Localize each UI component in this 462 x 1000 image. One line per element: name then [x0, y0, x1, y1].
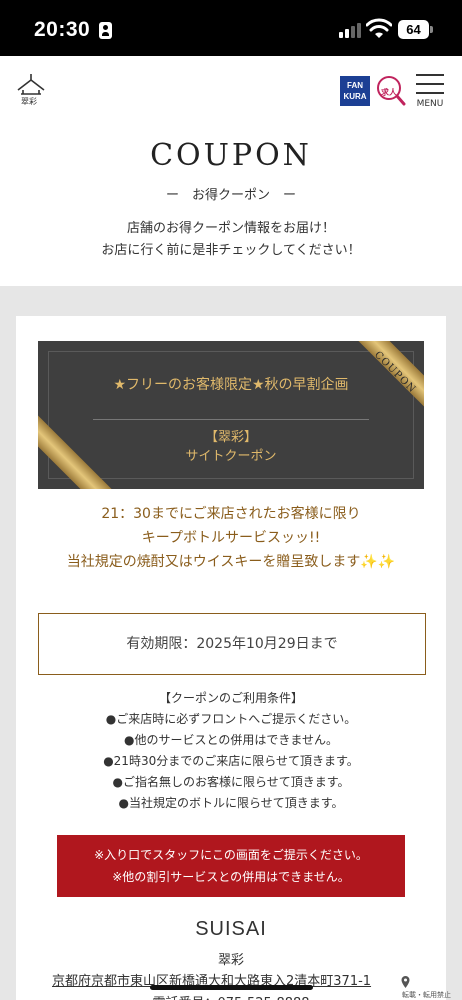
menu-button[interactable]: MENU	[414, 74, 446, 110]
page-title: COUPON	[150, 138, 312, 173]
expiry-box: 有効期限：2025年10月29日まで	[38, 613, 426, 675]
person-icon	[99, 22, 112, 39]
signal-icon	[339, 22, 361, 38]
copyright-notice: 転載・転用禁止	[402, 991, 451, 999]
shop-name: SUISAI	[195, 918, 267, 940]
condition-item: ●ご指名無しのお客様に限らせて頂きます。	[112, 775, 350, 789]
coupon-title: ★フリーのお客様限定★秋の早割企画	[113, 377, 349, 393]
conditions-list: 【クーポンのご利用条件】 ●ご来店時に必ずフロントへご提示ください。 ●他のサー…	[16, 688, 446, 814]
condition-item: ●他のサービスとの併用はできません。	[124, 733, 338, 747]
condition-item: ●当社規定のボトルに限らせて頂きます。	[118, 796, 344, 810]
home-indicator[interactable]	[150, 985, 313, 990]
page-subtitle: ー お得クーポン ー	[165, 188, 296, 203]
status-bar: 20:30 64	[0, 0, 462, 56]
coupon-shop-tag: 【翠彩】	[204, 430, 257, 445]
staff-notice: ※入り口でスタッフにこの画面をご提示ください。 ※他の割引サービスとの併用はでき…	[57, 835, 405, 897]
shop-name-jp: 翠彩	[217, 953, 244, 968]
condition-item: ●ご来店時に必ずフロントへご提示ください。	[105, 712, 357, 726]
fankura-button[interactable]: FAN KURA	[340, 76, 370, 106]
logo-text: 翠彩	[21, 97, 37, 106]
shop-phone[interactable]: 電話番号：075-525-8888	[16, 992, 446, 1000]
wifi-icon	[366, 18, 392, 38]
menu-label: MENU	[416, 99, 444, 109]
coupon-card: COUPON ★フリーのお客様限定★秋の早割企画 【翠彩】 サイトクーポン 21…	[16, 316, 446, 1000]
ticket-divider	[93, 419, 369, 420]
coupon-type: サイトクーポン	[185, 449, 277, 464]
map-pin-icon[interactable]	[401, 976, 410, 988]
battery-nub	[430, 26, 433, 33]
intro-desc-line2: お店に行く前に是非チェックしてください！	[101, 243, 361, 258]
coupon-description: 21：30までにご来店されたお客様に限り キープボトルサービスッッ!! 当社規定…	[16, 502, 446, 574]
coupon-ticket: COUPON ★フリーのお客様限定★秋の早割企画 【翠彩】 サイトクーポン	[38, 341, 424, 489]
site-header: 翠彩 FAN KURA 求人 MENU	[0, 56, 462, 126]
conditions-title: 【クーポンのご利用条件】	[158, 691, 303, 705]
notice-line2: ※他の割引サービスとの併用はできません。	[112, 870, 350, 884]
coupon-body-line1: 21：30までにご来店されたお客様に限り	[101, 506, 361, 522]
intro-description: 店舗のお得クーポン情報をお届け！ お店に行く前に是非チェックしてください！	[0, 218, 462, 262]
coupon-intro: COUPON ー お得クーポン ー 店舗のお得クーポン情報をお届け！ お店に行く…	[0, 126, 462, 286]
coupon-body-line2: キープボトルサービスッッ!!	[141, 530, 321, 546]
coupon-body-line3: 当社規定の焼酎又はウイスキーを贈呈致します✨✨	[66, 554, 396, 570]
status-time: 20:30	[34, 18, 91, 41]
kyujin-label: 求人	[381, 88, 397, 97]
condition-item: ●21時30分までのご来店に限らせて頂きます。	[103, 754, 359, 768]
intro-desc-line1: 店舗のお得クーポン情報をお届け！	[126, 221, 335, 236]
battery-icon: 64	[398, 20, 429, 39]
notice-line1: ※入り口でスタッフにこの画面をご提示ください。	[94, 848, 368, 862]
fankura-line1: FAN	[347, 81, 363, 90]
fankura-line2: KURA	[343, 92, 367, 101]
